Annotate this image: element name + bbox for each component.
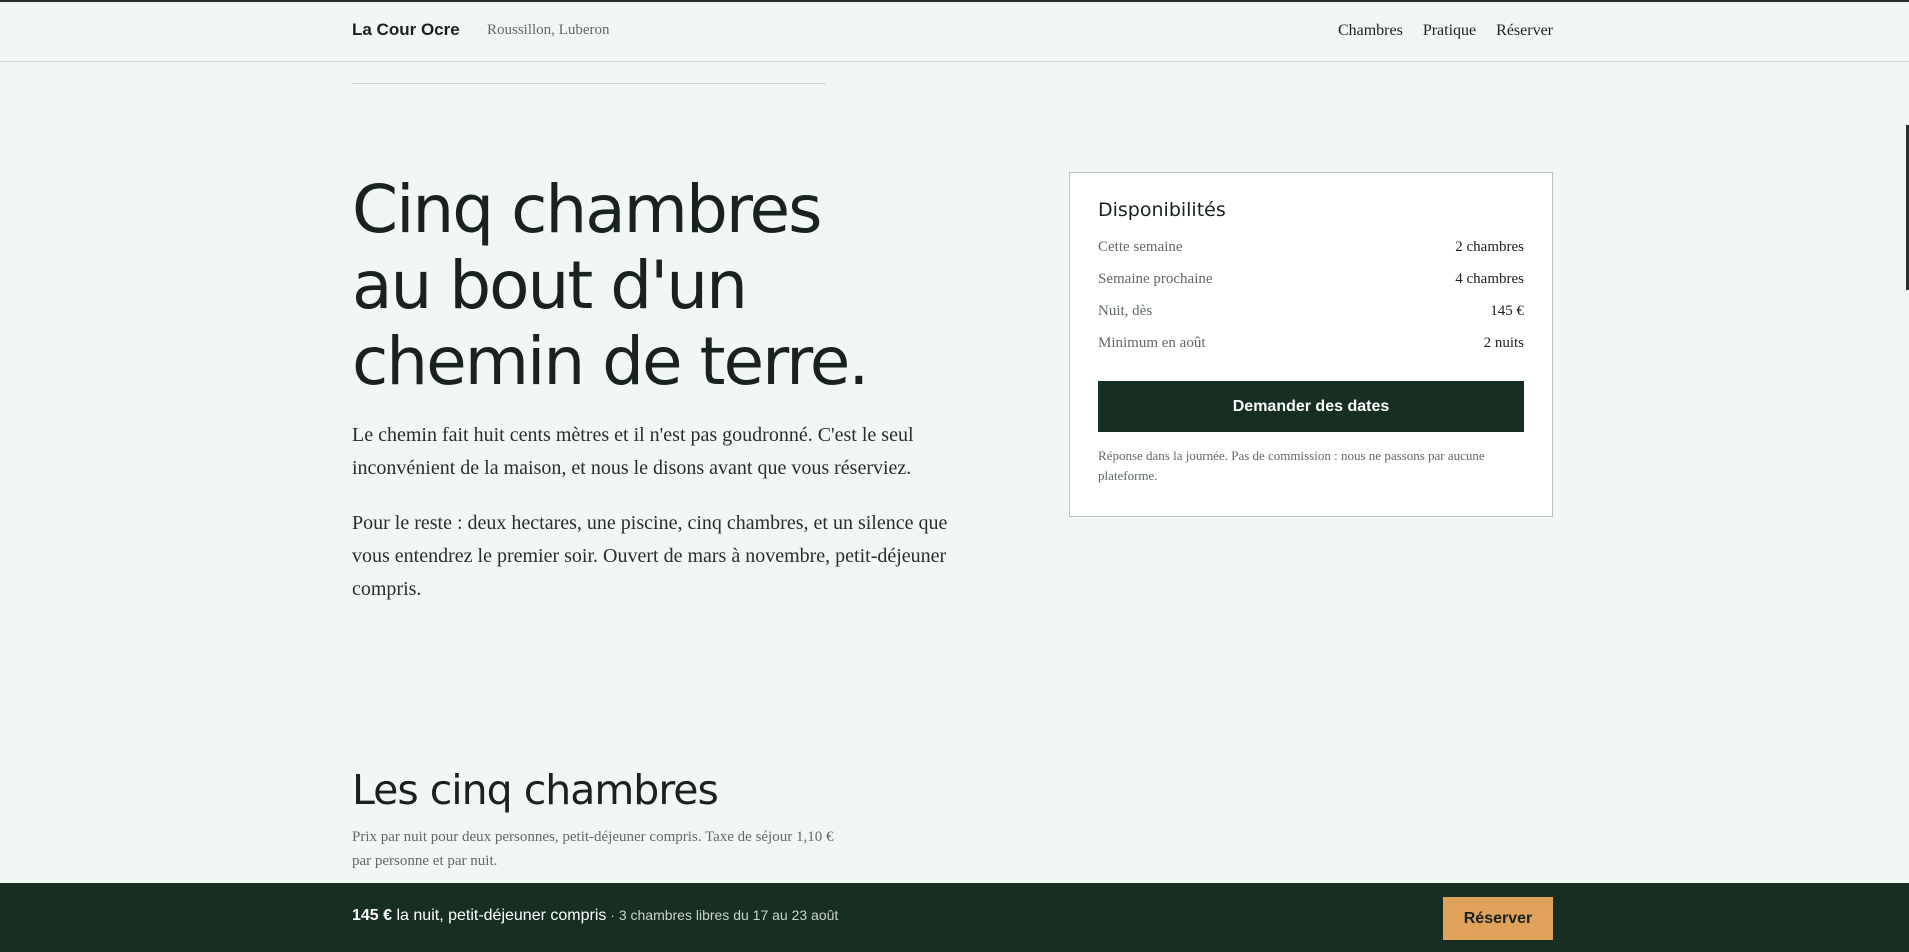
availability-row: Cette semaine 2 chambres [1098, 239, 1524, 271]
availability-value: 4 chambres [1455, 271, 1524, 287]
availability-label: Cette semaine [1098, 239, 1183, 255]
sticky-booking-bar: 145 € la nuit, petit-déjeuner compris · … [0, 883, 1909, 952]
hero-title-line: chemin de terre. [352, 323, 869, 400]
brand-name[interactable]: La Cour Ocre [352, 20, 460, 40]
availability-row: Nuit, dès 145 € [1098, 303, 1524, 335]
availability-label: Semaine prochaine [1098, 271, 1213, 287]
hero-paragraph-2: Pour le reste : deux hectares, une pisci… [352, 512, 948, 600]
availability-value: 2 chambres [1455, 239, 1524, 255]
booking-bar-text: 145 € la nuit, petit-déjeuner compris · … [352, 907, 838, 925]
rooms-section-subtitle: Prix par nuit pour deux personnes, petit… [352, 829, 834, 869]
nav-chambres[interactable]: Chambres [1338, 22, 1403, 40]
booking-bar-price-suffix: la nuit, petit-déjeuner compris [392, 907, 607, 924]
availability-label: Nuit, dès [1098, 303, 1153, 319]
hero-title-line: au bout d'un [352, 247, 748, 324]
booking-bar-price: 145 € [352, 907, 393, 924]
hero-title-line: Cinq chambres [352, 171, 823, 248]
availability-list: Cette semaine 2 chambres Semaine prochai… [1098, 239, 1524, 367]
booking-bar-availability: · 3 chambres libres du 17 au 23 août [606, 907, 839, 923]
availability-note: Réponse dans la journée. Pas de commissi… [1098, 448, 1485, 483]
availability-label: Minimum en août [1098, 335, 1206, 351]
brand-location: Roussillon, Luberon [487, 22, 610, 38]
divider [352, 83, 826, 84]
availability-row: Minimum en août 2 nuits [1098, 335, 1524, 367]
hero-paragraph-1: Le chemin fait huit cents mètres et il n… [352, 424, 914, 479]
rooms-section-title: Les cinq chambres [352, 766, 719, 814]
site-header: La Cour Ocre Roussillon, Luberon Chambre… [0, 2, 1909, 62]
nav-reserver[interactable]: Réserver [1496, 22, 1553, 40]
request-dates-button[interactable]: Demander des dates [1098, 381, 1524, 432]
nav-pratique[interactable]: Pratique [1423, 22, 1476, 40]
availability-value: 2 nuits [1483, 335, 1524, 351]
book-button[interactable]: Réserver [1443, 897, 1553, 940]
availability-value: 145 € [1490, 303, 1524, 319]
availability-title: Disponibilités [1098, 199, 1226, 221]
availability-row: Semaine prochaine 4 chambres [1098, 271, 1524, 303]
main-nav: Chambres Pratique Réserver [1338, 22, 1553, 40]
hero-title: Cinq chambres au bout d'un chemin de ter… [352, 172, 912, 400]
availability-card: Disponibilités Cette semaine 2 chambres … [1069, 172, 1553, 517]
